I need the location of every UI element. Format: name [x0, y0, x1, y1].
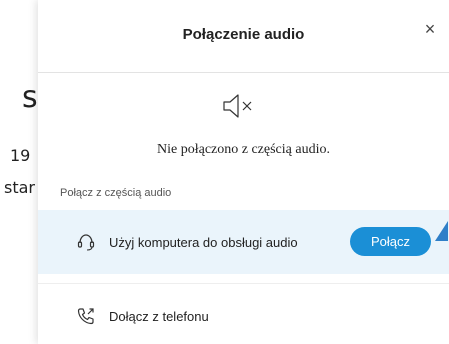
- phone-icon: [77, 308, 94, 325]
- audio-status-text: Nie połączono z częścią audio.: [157, 142, 330, 157]
- call-in-by-phone-option[interactable]: Dołącz z telefonu: [38, 283, 449, 344]
- background-page-text: 19: [10, 146, 31, 165]
- connect-button[interactable]: Połącz: [350, 227, 431, 256]
- audio-connection-dialog: Połączenie audio × Nie połączono z częśc…: [38, 0, 449, 344]
- speaker-muted-icon: [223, 94, 252, 118]
- use-computer-audio-option[interactable]: Użyj komputera do obsługi audio Połącz: [38, 210, 449, 274]
- background-page-text: s: [22, 80, 38, 115]
- audio-status: Nie połączono z częścią audio.: [38, 73, 449, 181]
- dialog-title: Połączenie audio: [182, 26, 305, 43]
- headset-icon: [77, 234, 95, 251]
- use-computer-audio-label: Użyj komputera do obsługi audio: [109, 234, 298, 250]
- background-page-text: star: [4, 178, 35, 197]
- pointer-arrow-icon: [435, 221, 448, 241]
- section-label: Połącz z częścią audio: [60, 187, 172, 199]
- dialog-header: Połączenie audio ×: [38, 0, 449, 73]
- close-button[interactable]: ×: [421, 20, 439, 38]
- call-in-by-phone-label: Dołącz z telefonu: [109, 308, 209, 324]
